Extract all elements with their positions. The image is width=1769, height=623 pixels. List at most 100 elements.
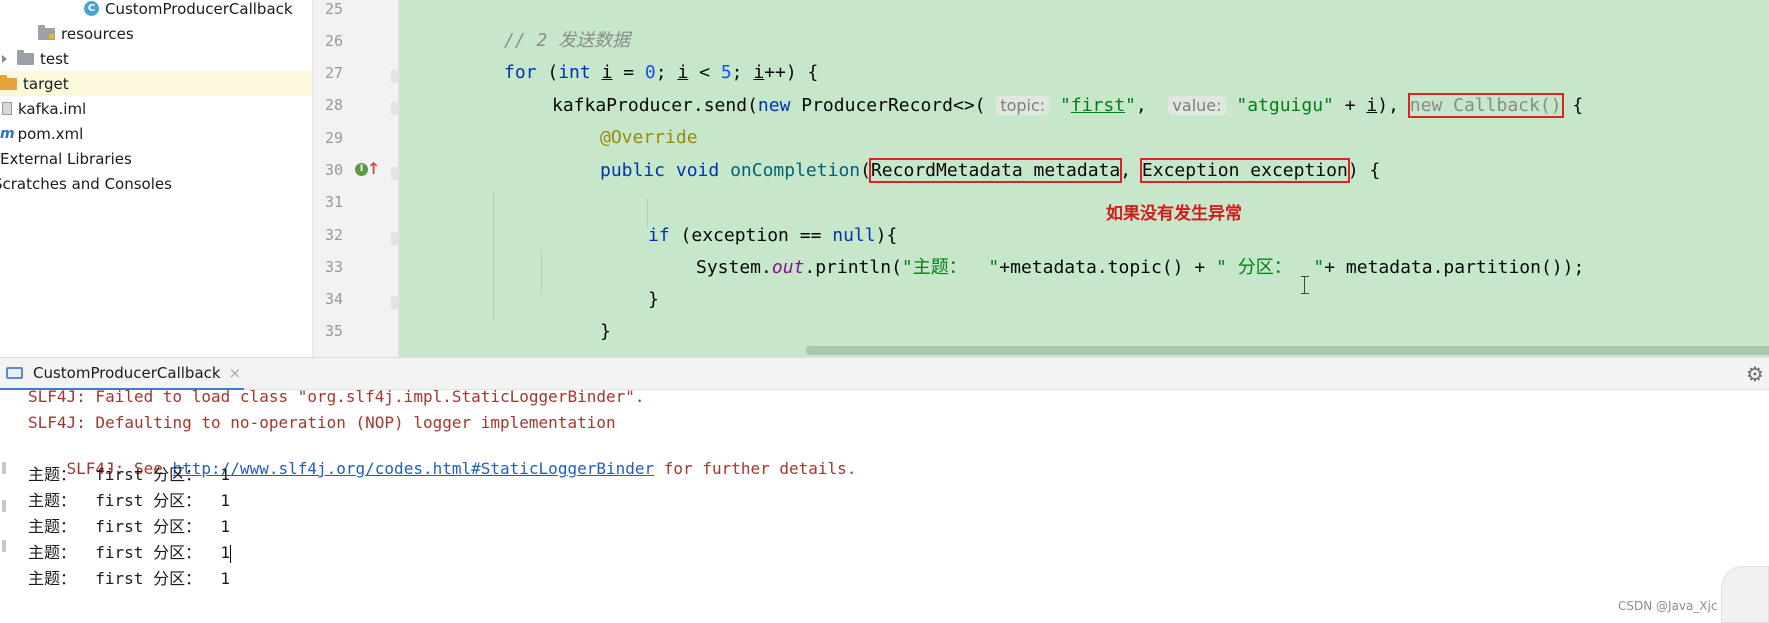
console-output[interactable]: SLF4J: Failed to load class "org.slf4j.i… <box>0 390 1769 623</box>
code-token: + metadata.partition()); <box>1324 257 1585 278</box>
chevron-right-icon[interactable] <box>2 54 7 63</box>
console-line: 主题： first 分区： 1 <box>28 491 230 510</box>
tree-item-label: pom.xml <box>17 124 84 143</box>
code-line-29[interactable]: @Override <box>600 122 698 154</box>
code-token: ( <box>536 62 559 83</box>
code-token: ; <box>731 62 754 83</box>
code-token: Exception exception <box>1139 158 1350 183</box>
code-token: , <box>1120 160 1142 181</box>
tree-item-label: External Libraries <box>0 149 132 168</box>
code-token: @Override <box>600 127 698 148</box>
gear-icon[interactable]: ⚙ <box>1746 363 1764 385</box>
console-line: 主题： first 分区： 1 <box>28 569 230 588</box>
code-token: first <box>1070 95 1126 116</box>
text-caret <box>229 544 231 563</box>
code-line-33[interactable]: System.out.println("主题： "+metadata.topic… <box>696 252 1584 284</box>
code-line-27[interactable]: for (int i = 0; i < 5; i++) { <box>504 57 818 89</box>
tree-item-label: resources <box>61 24 134 43</box>
tree-item-external-libraries[interactable]: External Libraries <box>0 146 312 171</box>
folder-icon <box>17 49 34 65</box>
indent-guide <box>493 192 494 320</box>
code-token: int <box>558 62 591 83</box>
console-text: 主题： first 分区： 1 <box>28 543 230 562</box>
editor-gutter: 25 26 27 28 29 30 31 32 33 34 35 <box>313 0 400 357</box>
code-token: ProducerRecord<>( <box>790 95 997 116</box>
code-token: i <box>753 62 765 83</box>
code-line-35[interactable]: } <box>600 316 611 348</box>
code-token: new <box>757 95 791 116</box>
code-token: + <box>1333 95 1367 116</box>
line-number: 25 <box>324 0 343 18</box>
tree-item-customproducercallback[interactable]: C CustomProducerCallback <box>0 0 312 21</box>
code-token: System. <box>696 257 772 278</box>
line-number: 32 <box>324 226 343 244</box>
run-tab-label: CustomProducerCallback <box>33 364 221 382</box>
console-line: 主题： first 分区： 1 <box>28 465 230 484</box>
console-line: SLF4J: Defaulting to no-operation (NOP) … <box>28 413 616 432</box>
console-line: 主题： first 分区： 1 <box>28 543 231 563</box>
resources-folder-icon <box>38 24 55 40</box>
code-line-28[interactable]: kafkaProducer.send(new ProducerRecord<>(… <box>552 90 1583 122</box>
run-tool-window-tabbar: CustomProducerCallback × ⚙ <box>0 357 1769 391</box>
code-token: ( <box>860 160 871 181</box>
line-number: 31 <box>324 193 343 211</box>
tree-item-kafka-iml[interactable]: kafka.iml <box>0 96 312 121</box>
line-number: 35 <box>324 322 343 340</box>
tree-item-label: kafka.iml <box>18 99 87 118</box>
code-line-30[interactable]: public void onCompletion(RecordMetadata … <box>600 155 1380 187</box>
folder-icon <box>0 74 17 90</box>
code-editor[interactable]: // 2 发送数据 for (int i = 0; i < 5; i++) { … <box>399 0 1769 357</box>
code-token: i <box>1366 95 1378 116</box>
code-token: null <box>832 225 876 246</box>
line-number: 26 <box>324 32 343 50</box>
code-token: ++) { <box>764 62 819 83</box>
slf4j-doc-link[interactable]: http://www.slf4j.org/codes.html#StaticLo… <box>173 459 655 478</box>
code-token: ; <box>655 62 678 83</box>
code-token: } <box>600 321 611 342</box>
console-gutter-mark <box>2 540 6 552</box>
watermark: CSDN @Java_Xjc <box>1618 599 1718 613</box>
tree-item-scratches[interactable]: Scratches and Consoles <box>0 171 306 196</box>
code-token: = <box>612 62 645 83</box>
code-token: for <box>504 62 537 83</box>
tree-item-resources[interactable]: resources <box>0 21 312 46</box>
tree-item-pom-xml[interactable]: m pom.xml <box>0 121 312 146</box>
console-line: SLF4J: Failed to load class "org.slf4j.i… <box>28 390 645 406</box>
code-line-26[interactable]: // 2 发送数据 <box>504 25 630 57</box>
code-token: "主题： " <box>901 257 1000 278</box>
code-token: " <box>1060 95 1071 116</box>
tree-item-target[interactable]: target <box>0 71 312 96</box>
run-console-icon <box>6 367 23 379</box>
code-token: if <box>648 225 670 246</box>
code-token: , <box>1135 95 1169 116</box>
project-tree: C CustomProducerCallback resources test … <box>0 0 313 357</box>
tab-run-customproducercallback[interactable]: CustomProducerCallback × <box>0 358 244 391</box>
code-token: onCompletion <box>730 160 861 181</box>
tree-item-test[interactable]: test <box>0 46 312 71</box>
code-line-32[interactable]: if (exception == null){ <box>648 220 897 252</box>
annotation-note: 如果没有发生异常 <box>1106 204 1242 224</box>
tree-item-label: target <box>23 74 69 93</box>
code-token: .println( <box>804 257 902 278</box>
editor-horizontal-scrollbar[interactable] <box>806 346 1769 355</box>
code-token: " 分区： " <box>1216 257 1325 278</box>
code-token: ){ <box>875 225 898 246</box>
code-token: kafkaProducer.send( <box>552 95 758 116</box>
line-number: 33 <box>324 258 343 276</box>
code-token: i <box>601 62 613 83</box>
code-token: topic: <box>996 96 1050 115</box>
code-line-34[interactable]: } <box>648 284 659 316</box>
override-arrow-icon[interactable]: ↑ <box>367 159 380 179</box>
code-token: void <box>675 160 720 181</box>
code-token: " <box>1125 95 1136 116</box>
code-token: new Callback() <box>1407 93 1564 118</box>
tree-item-label: CustomProducerCallback <box>105 0 293 18</box>
close-icon[interactable]: × <box>229 364 242 382</box>
code-token: } <box>648 289 659 310</box>
line-number: 28 <box>324 96 343 114</box>
code-token: { <box>1561 95 1584 116</box>
tree-item-label: Scratches and Consoles <box>0 174 172 193</box>
iml-file-icon <box>2 102 12 115</box>
